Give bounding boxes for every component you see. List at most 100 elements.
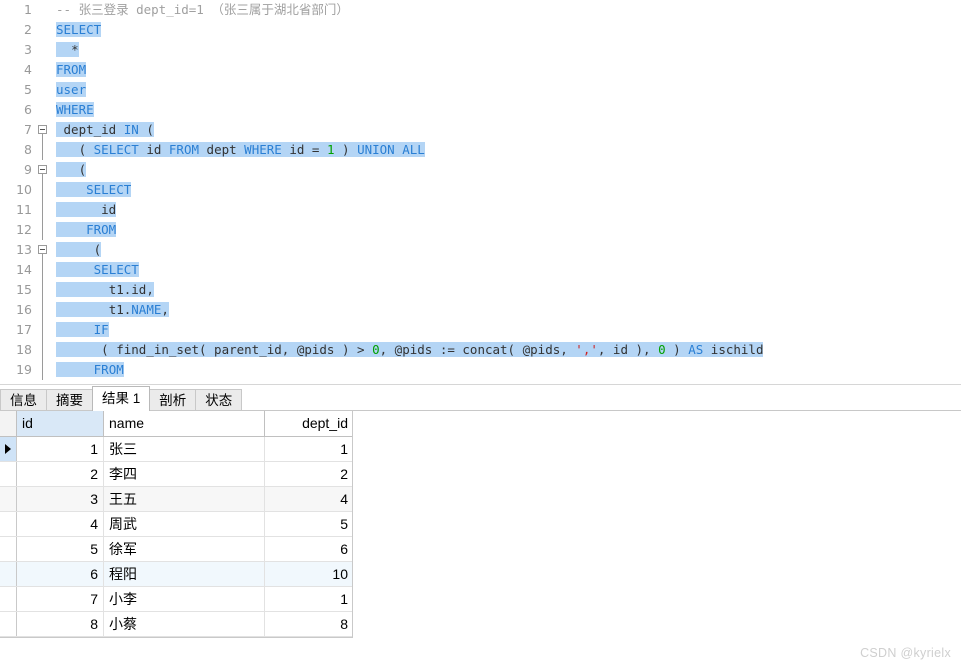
- code-line[interactable]: 9 (: [0, 160, 961, 180]
- row-selector-cell[interactable]: [0, 512, 17, 536]
- code-line[interactable]: 5 user: [0, 80, 961, 100]
- code-text[interactable]: SELECT: [50, 20, 961, 40]
- column-header[interactable]: dept_id: [265, 411, 353, 436]
- code-text[interactable]: WHERE: [50, 100, 961, 120]
- table-cell-dept_id[interactable]: 5: [265, 512, 353, 536]
- table-cell-id[interactable]: 1: [17, 437, 104, 461]
- table-cell-name[interactable]: 小蔡: [104, 612, 265, 636]
- code-line[interactable]: 13 (: [0, 240, 961, 260]
- code-line[interactable]: 19 FROM: [0, 360, 961, 380]
- row-selector-cell[interactable]: [0, 587, 17, 611]
- code-text[interactable]: FROM: [50, 60, 961, 80]
- row-selector-cell[interactable]: [0, 537, 17, 561]
- result-grid[interactable]: id name dept_id 1 张三 1 2 李四 2 3 王五 4 4 周武 5 5 徐军 6 6 程阳 10 7 小…: [0, 411, 353, 638]
- table-cell-name[interactable]: 张三: [104, 437, 265, 461]
- result-tab[interactable]: 信息: [0, 389, 47, 411]
- table-row[interactable]: 6 程阳 10: [0, 562, 352, 587]
- result-tab[interactable]: 结果 1: [92, 386, 151, 411]
- code-text[interactable]: user: [50, 80, 961, 100]
- result-tab[interactable]: 剖析: [149, 389, 197, 411]
- result-tab[interactable]: 摘要: [46, 389, 93, 411]
- fold-column[interactable]: [36, 40, 50, 60]
- fold-column[interactable]: [36, 320, 50, 340]
- code-line[interactable]: 6 WHERE: [0, 100, 961, 120]
- table-cell-dept_id[interactable]: 6: [265, 537, 353, 561]
- code-text[interactable]: dept_id IN (: [50, 120, 961, 140]
- row-selector-cell[interactable]: [0, 612, 17, 636]
- fold-column[interactable]: [36, 80, 50, 100]
- table-cell-name[interactable]: 徐军: [104, 537, 265, 561]
- table-row[interactable]: 1 张三 1: [0, 437, 352, 462]
- code-text[interactable]: SELECT: [50, 260, 961, 280]
- fold-column[interactable]: [36, 360, 50, 380]
- table-cell-id[interactable]: 6: [17, 562, 104, 586]
- fold-column[interactable]: [36, 0, 50, 20]
- code-line[interactable]: 12 FROM: [0, 220, 961, 240]
- code-text[interactable]: ( SELECT id FROM dept WHERE id = 1 ) UNI…: [50, 140, 961, 160]
- row-selector-cell[interactable]: [0, 562, 17, 586]
- fold-column[interactable]: [36, 300, 50, 320]
- code-text[interactable]: t1.id,: [50, 280, 961, 300]
- code-text[interactable]: IF: [50, 320, 961, 340]
- code-line[interactable]: 1 -- 张三登录 dept_id=1 （张三属于湖北省部门）: [0, 0, 961, 20]
- table-cell-id[interactable]: 8: [17, 612, 104, 636]
- code-line[interactable]: 16 t1.NAME,: [0, 300, 961, 320]
- row-selector-cell[interactable]: [0, 462, 17, 486]
- column-header[interactable]: name: [104, 411, 265, 436]
- fold-column[interactable]: [36, 140, 50, 160]
- fold-column[interactable]: [36, 200, 50, 220]
- code-text[interactable]: *: [50, 40, 961, 60]
- table-row[interactable]: 4 周武 5: [0, 512, 352, 537]
- table-row[interactable]: 5 徐军 6: [0, 537, 352, 562]
- table-row[interactable]: 2 李四 2: [0, 462, 352, 487]
- fold-column[interactable]: [36, 240, 50, 260]
- row-selector-cell[interactable]: [0, 487, 17, 511]
- table-row[interactable]: 7 小李 1: [0, 587, 352, 612]
- code-line[interactable]: 3 *: [0, 40, 961, 60]
- table-cell-name[interactable]: 小李: [104, 587, 265, 611]
- code-text[interactable]: t1.NAME,: [50, 300, 961, 320]
- table-cell-name[interactable]: 周武: [104, 512, 265, 536]
- code-text[interactable]: FROM: [50, 220, 961, 240]
- table-cell-name[interactable]: 程阳: [104, 562, 265, 586]
- code-line[interactable]: 7 dept_id IN (: [0, 120, 961, 140]
- fold-column[interactable]: [36, 220, 50, 240]
- code-line[interactable]: 8 ( SELECT id FROM dept WHERE id = 1 ) U…: [0, 140, 961, 160]
- fold-column[interactable]: [36, 340, 50, 360]
- table-cell-dept_id[interactable]: 8: [265, 612, 353, 636]
- fold-column[interactable]: [36, 120, 50, 140]
- code-line[interactable]: 11 id: [0, 200, 961, 220]
- code-text[interactable]: SELECT: [50, 180, 961, 200]
- fold-column[interactable]: [36, 160, 50, 180]
- fold-collapse-icon[interactable]: [38, 125, 47, 134]
- code-text[interactable]: ( find_in_set( parent_id, @pids ) > 0, @…: [50, 340, 961, 360]
- fold-collapse-icon[interactable]: [38, 165, 47, 174]
- table-cell-id[interactable]: 4: [17, 512, 104, 536]
- table-cell-dept_id[interactable]: 1: [265, 587, 353, 611]
- table-cell-dept_id[interactable]: 2: [265, 462, 353, 486]
- table-cell-id[interactable]: 5: [17, 537, 104, 561]
- code-text[interactable]: (: [50, 160, 961, 180]
- code-text[interactable]: id: [50, 200, 961, 220]
- code-line[interactable]: 10 SELECT: [0, 180, 961, 200]
- code-line[interactable]: 2 SELECT: [0, 20, 961, 40]
- fold-column[interactable]: [36, 20, 50, 40]
- code-line[interactable]: 14 SELECT: [0, 260, 961, 280]
- fold-column[interactable]: [36, 60, 50, 80]
- code-text[interactable]: FROM: [50, 360, 961, 380]
- fold-column[interactable]: [36, 260, 50, 280]
- sql-editor[interactable]: 1 -- 张三登录 dept_id=1 （张三属于湖北省部门） 2 SELECT 3 *…: [0, 0, 961, 384]
- result-tab-bar[interactable]: 信息 摘要 结果 1 剖析 状态: [0, 386, 243, 411]
- column-header[interactable]: id: [17, 411, 104, 436]
- table-cell-id[interactable]: 2: [17, 462, 104, 486]
- code-line[interactable]: 18 ( find_in_set( parent_id, @pids ) > 0…: [0, 340, 961, 360]
- fold-column[interactable]: [36, 100, 50, 120]
- fold-column[interactable]: [36, 180, 50, 200]
- table-cell-name[interactable]: 李四: [104, 462, 265, 486]
- code-text[interactable]: -- 张三登录 dept_id=1 （张三属于湖北省部门）: [50, 0, 961, 20]
- row-selector-cell[interactable]: [0, 437, 17, 461]
- table-cell-dept_id[interactable]: 10: [265, 562, 353, 586]
- code-text[interactable]: (: [50, 240, 961, 260]
- code-line[interactable]: 4 FROM: [0, 60, 961, 80]
- table-cell-name[interactable]: 王五: [104, 487, 265, 511]
